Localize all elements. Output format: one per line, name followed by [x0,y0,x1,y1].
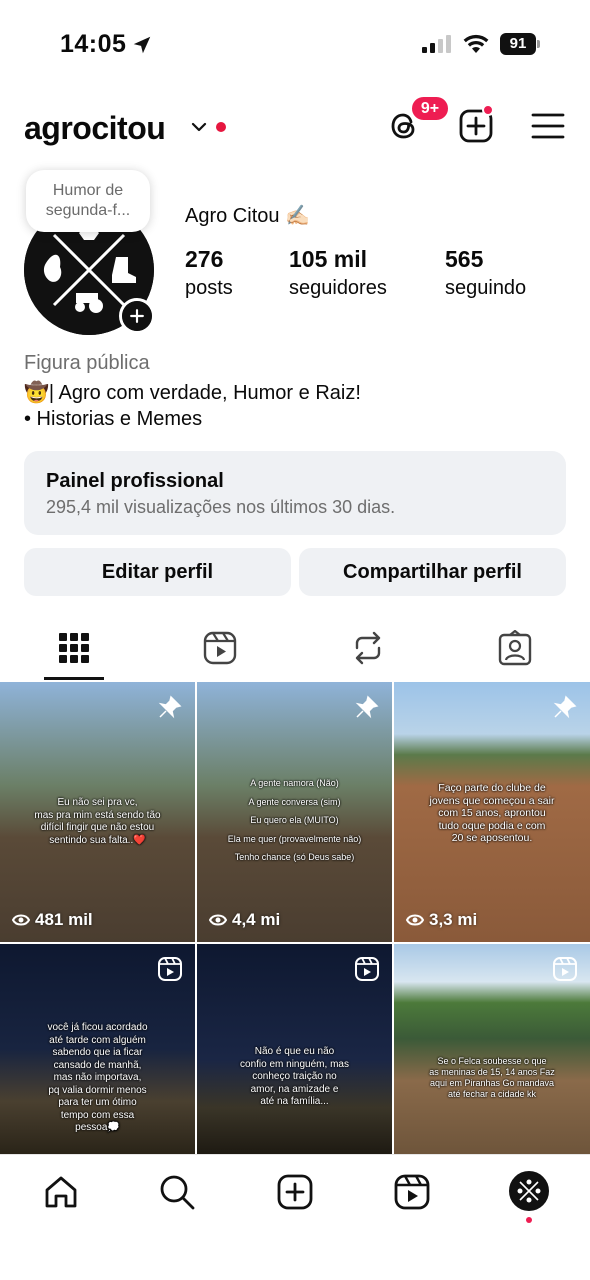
status-bar: 14:05 91 [0,0,590,90]
battery-level: 91 [500,33,536,55]
post-views: 481 mil [12,910,93,930]
location-arrow-icon [133,36,151,54]
post-caption: Eu não sei pra vc, mas pra mim está sendo… [34,797,161,846]
reels-icon[interactable] [393,1173,431,1211]
post-tile[interactable]: Eu não sei pra vc, mas pra mim está sendo… [0,682,195,942]
post-tile[interactable]: A gente namora (Não) A gente conversa (si… [197,682,392,942]
profile-tabs [0,618,590,680]
post-tile[interactable]: você já ficou acordado até tarde com algu… [0,944,195,1154]
post-caption: Se o Felca soubesse o que as meninas de 1… [429,1056,555,1099]
reel-icon [158,957,182,981]
tab-reels-icon[interactable] [203,630,237,666]
post-views: 4,4 mi [209,910,280,930]
threads-badge: 9+ [410,95,450,122]
eye-icon [12,914,30,926]
stat-label: posts [185,277,233,299]
post-tile[interactable]: Não é que eu não confio em ninguém, mas co… [197,944,392,1154]
notification-dot [216,122,226,132]
stat-value: 565 [445,246,484,272]
post-caption: Faço parte do clube de jovens que começou… [429,782,555,844]
post-tile[interactable]: Faço parte do clube de jovens que começou… [394,682,590,942]
chevron-down-icon[interactable] [191,120,207,134]
post-caption: Não é que eu não confio em ninguém, mas co… [240,1046,349,1107]
reel-icon [355,957,379,981]
wifi-icon [463,34,489,53]
profile-header: agrocitou 9+ [0,95,590,156]
create-icon[interactable] [276,1173,314,1211]
eye-icon [209,914,227,926]
agro-logo-icon [511,1173,547,1209]
stat-followers[interactable]: 105 mil seguidores [289,246,387,300]
tab-active-indicator [44,677,104,680]
profile-notification-dot [526,1217,532,1223]
tab-grid-icon[interactable] [57,630,91,666]
professional-dashboard[interactable]: Painel profissional 295,4 mil visualizaç… [24,451,566,535]
add-story-icon[interactable] [119,298,155,334]
battery-icon: 91 [500,33,540,55]
post-caption: você já ficou acordado até tarde com algu… [47,1022,148,1133]
pin-icon [158,695,182,719]
stat-label: seguindo [445,277,527,299]
tab-reposts-icon[interactable] [351,630,385,666]
pin-icon [355,695,379,719]
post-caption: A gente namora (Não) A gente conversa (si… [227,778,362,862]
edit-profile-button[interactable]: Editar perfil [24,548,291,596]
home-icon[interactable] [42,1173,80,1211]
bio-line-2: • Historias e Memes [24,408,203,430]
dashboard-title: Painel profissional [46,470,224,492]
post-views: 3,3 mi [406,910,477,930]
posts-grid: Eu não sei pra vc, mas pra mim está sendo… [0,682,590,1154]
post-tile[interactable]: Se o Felca soubesse o que as meninas de 1… [394,944,590,1154]
stat-label: seguidores [289,277,387,299]
dashboard-subtitle: 295,4 mil visualizações nos últimos 30 d… [46,497,396,517]
stat-posts[interactable]: 276 posts [185,246,233,300]
new-post-dot [482,104,494,116]
bottom-nav [0,1154,590,1280]
search-icon[interactable] [158,1173,196,1211]
username-switcher[interactable]: agrocitou [24,110,166,147]
pin-icon [553,695,577,719]
eye-icon [406,914,424,926]
share-profile-button[interactable]: Compartilhar perfil [299,548,566,596]
bio-category: Figura pública [24,352,150,374]
menu-icon[interactable] [530,108,566,144]
note-line-2: segunda-f... [45,202,131,219]
cellular-signal-icon [422,35,451,53]
stat-following[interactable]: 565 seguindo [445,246,526,300]
reel-icon [553,957,577,981]
status-time: 14:05 [60,30,127,58]
stat-value: 105 mil [289,246,367,272]
bio-line-1: 🤠| Agro com verdade, Humor e Raiz! [24,382,361,404]
stat-value: 276 [185,246,224,272]
display-name: Agro Citou ✍🏻 [185,205,310,227]
tab-tagged-icon[interactable] [498,630,532,666]
note-line-1: Humor de [52,182,124,199]
note-bubble[interactable]: Humor de segunda-f... [26,170,150,232]
profile-nav-avatar[interactable] [509,1171,549,1211]
